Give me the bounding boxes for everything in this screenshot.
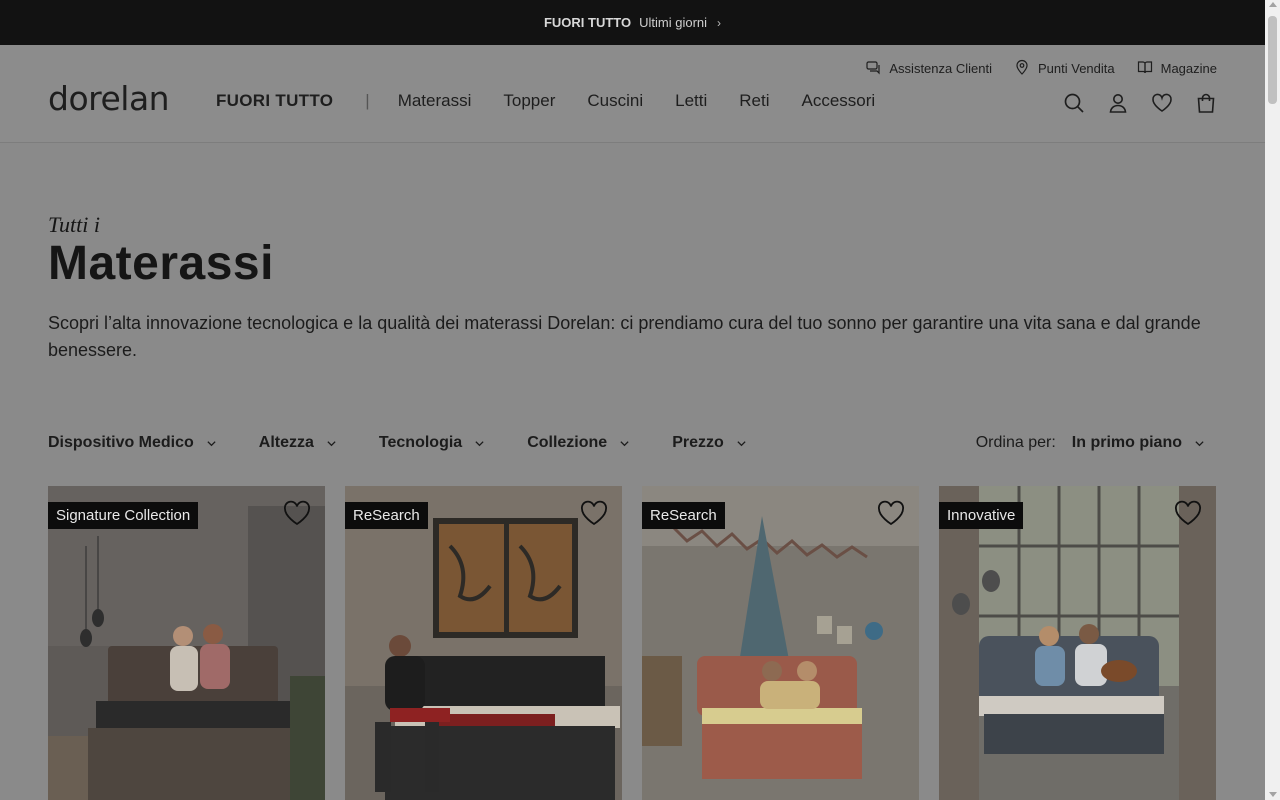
header-icons [1063,92,1217,114]
filter-label: Collezione [527,434,608,451]
utility-link-label: Magazine [1160,61,1217,76]
product-badge: Innovative [939,502,1024,529]
site-header: dorelan Assistenza Clienti Punti Vendita… [0,45,1265,143]
heart-icon[interactable] [877,500,905,526]
utility-link-magazine[interactable]: Magazine [1137,59,1217,78]
logo[interactable]: dorelan [48,79,170,118]
page-title: Materassi [48,237,274,290]
scroll-down-arrow-icon[interactable] [1269,792,1277,797]
heart-icon[interactable] [1151,92,1173,114]
chevron-down-icon [326,438,337,449]
main-content: Tutti i Materassi Scopri l’alta innovazi… [0,144,1265,800]
page-description: Scopri l’alta innovazione tecnologica e … [48,313,1201,360]
product-image[interactable] [642,486,919,800]
utility-link-punti-vendita[interactable]: Punti Vendita [1014,59,1115,78]
filter-altezza[interactable]: Altezza [259,434,337,452]
chat-icon [865,59,881,78]
sort-value: In primo piano [1071,434,1182,451]
book-icon [1137,59,1153,78]
filter-label: Altezza [258,434,314,451]
chevron-down-icon [736,438,747,449]
nav-item-letti[interactable]: Letti [675,91,707,111]
location-pin-icon [1014,59,1030,78]
heart-icon[interactable] [580,500,608,526]
product-badge: ReSearch [345,502,428,529]
product-image[interactable] [48,486,325,800]
chevron-down-icon [1194,438,1205,449]
nav-item-reti[interactable]: Reti [739,91,769,111]
utility-links: Assistenza Clienti Punti Vendita Magazin… [865,59,1217,78]
product-image[interactable] [345,486,622,800]
product-badge: ReSearch [642,502,725,529]
page-scrollbar[interactable] [1265,0,1280,800]
promo-bar-strong: FUORI TUTTO [543,15,632,30]
nav-item-cuscini[interactable]: Cuscini [587,91,643,111]
page-subtitle: Tutti i [48,212,100,237]
product-badge: Signature Collection [48,502,199,529]
filter-label: Prezzo [672,434,724,451]
nav-item-materassi[interactable]: Materassi [398,91,472,111]
utility-link-label: Assistenza Clienti [889,61,992,76]
promo-bar-text: Ultimi giorni [639,15,708,30]
filter-dispositivo-medico[interactable]: Dispositivo Medico [48,434,217,452]
filter-tecnologia[interactable]: Tecnologia [379,434,485,452]
nav-item-topper[interactable]: Topper [503,91,555,111]
bag-icon[interactable] [1195,92,1217,114]
filter-bar: Dispositivo Medico Altezza Tecnologia Co… [48,434,789,452]
filter-label: Dispositivo Medico [48,434,194,451]
chevron-down-icon [619,438,630,449]
main-nav: FUORI TUTTO | Materassi Topper Cuscini L… [216,91,907,111]
sort-dropdown[interactable]: Ordina per: In primo piano [976,434,1205,452]
nav-separator: | [365,91,370,110]
chevron-right-icon: › [717,15,722,30]
filter-collezione[interactable]: Collezione [527,434,630,452]
product-card[interactable]: ReSearch [642,486,919,800]
chevron-down-icon [206,438,217,449]
product-card[interactable]: Signature Collection [48,486,325,800]
product-image[interactable] [939,486,1216,800]
utility-link-label: Punti Vendita [1038,61,1115,76]
chevron-down-icon [474,438,485,449]
nav-item-fuori-tutto[interactable]: FUORI TUTTO [216,91,333,111]
promo-bar[interactable]: FUORI TUTTO Ultimi giorni › [0,0,1265,45]
heart-icon[interactable] [283,500,311,526]
product-card[interactable]: ReSearch [345,486,622,800]
sort-label: Ordina per: [975,434,1056,451]
filter-label: Tecnologia [378,434,463,451]
scroll-up-arrow-icon[interactable] [1269,2,1277,7]
user-icon[interactable] [1107,92,1129,114]
product-card[interactable]: Innovative [939,486,1216,800]
utility-link-assistenza[interactable]: Assistenza Clienti [865,59,992,78]
filter-prezzo[interactable]: Prezzo [672,434,747,452]
heart-icon[interactable] [1174,500,1202,526]
product-grid: Signature Collection ReSearch ReSearch I… [48,486,1216,800]
search-icon[interactable] [1063,92,1085,114]
nav-item-accessori[interactable]: Accessori [801,91,875,111]
scrollbar-thumb[interactable] [1268,16,1277,104]
